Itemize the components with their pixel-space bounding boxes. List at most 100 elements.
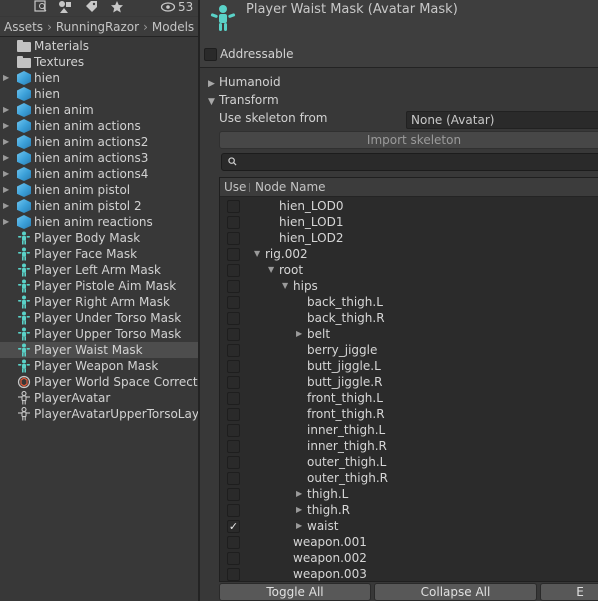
expand-arrow-icon[interactable]: ▶ <box>3 102 9 118</box>
avatar-mask-icon <box>210 5 236 31</box>
asset-item[interactable]: PlayerAvatar <box>0 390 198 406</box>
asset-item[interactable]: Player Upper Torso Mask <box>0 326 198 342</box>
avatar-mask-icon <box>17 359 31 373</box>
chevron-right-icon[interactable]: ▶ <box>296 502 302 518</box>
use-checkbox[interactable] <box>227 344 240 357</box>
expand-arrow-icon[interactable]: ▶ <box>3 134 9 150</box>
scene-search-icon[interactable] <box>34 0 48 14</box>
node-name: butt_jiggle.R <box>307 375 383 389</box>
asset-label: Player Left Arm Mask <box>34 263 161 277</box>
use-checkbox[interactable] <box>227 472 240 485</box>
asset-item[interactable]: ▶ hien anim actions2 <box>0 134 198 150</box>
asset-item[interactable]: ▶ hien <box>0 70 198 86</box>
use-checkbox[interactable] <box>227 232 240 245</box>
column-divider[interactable] <box>249 183 250 192</box>
asset-item[interactable]: Player Left Arm Mask <box>0 262 198 278</box>
use-checkbox[interactable] <box>227 552 240 565</box>
node-row: back_thigh.R <box>220 310 598 326</box>
node-name: front_thigh.R <box>307 407 385 421</box>
asset-item[interactable]: Player Right Arm Mask <box>0 294 198 310</box>
use-checkbox[interactable] <box>227 440 240 453</box>
humanoid-foldout[interactable]: ▶ Humanoid <box>208 73 281 91</box>
asset-item[interactable]: Player Under Torso Mask <box>0 310 198 326</box>
expand-all-button[interactable]: E <box>540 583 598 601</box>
node-name: inner_thigh.R <box>307 439 387 453</box>
asset-item[interactable]: Player Face Mask <box>0 246 198 262</box>
use-checkbox[interactable] <box>227 424 240 437</box>
asset-item[interactable]: Player Weapon Mask <box>0 358 198 374</box>
asset-item[interactable]: PlayerAvatarUpperTorsoLayer <box>0 406 198 422</box>
expand-arrow-icon[interactable]: ▶ <box>3 214 9 230</box>
collapse-all-button[interactable]: Collapse All <box>374 583 537 601</box>
use-checkbox[interactable] <box>227 504 240 517</box>
asset-item[interactable]: ▶ hien anim actions4 <box>0 166 198 182</box>
asset-item[interactable]: ▶ hien anim reactions <box>0 214 198 230</box>
use-checkbox[interactable]: ✓ <box>227 520 240 533</box>
use-checkbox[interactable] <box>227 280 240 293</box>
model-icon <box>17 119 31 133</box>
type-filter-icon[interactable] <box>58 0 72 14</box>
asset-item[interactable]: Player Body Mask <box>0 230 198 246</box>
chevron-down-icon[interactable]: ▼ <box>254 246 260 262</box>
use-checkbox[interactable] <box>227 200 240 213</box>
use-checkbox[interactable] <box>227 264 240 277</box>
node-search-input[interactable] <box>221 153 598 171</box>
asset-item[interactable]: ▶ hien anim pistol 2 <box>0 198 198 214</box>
use-checkbox[interactable] <box>227 488 240 501</box>
expand-arrow-icon[interactable]: ▶ <box>3 118 9 134</box>
asset-item[interactable]: ▶ hien anim <box>0 102 198 118</box>
import-skeleton-button[interactable]: Import skeleton <box>219 131 598 149</box>
node-name: weapon.001 <box>293 535 367 549</box>
node-row: ▶ thigh.R <box>220 502 598 518</box>
use-checkbox[interactable] <box>227 360 240 373</box>
chevron-right-icon[interactable]: ▶ <box>296 518 302 534</box>
skeleton-object-field[interactable]: None (Avatar) <box>406 111 598 129</box>
toggle-all-button[interactable]: Toggle All <box>219 583 371 601</box>
use-checkbox[interactable] <box>227 408 240 421</box>
expand-arrow-icon[interactable]: ▶ <box>3 182 9 198</box>
label-filter-icon[interactable] <box>84 0 98 14</box>
asset-item[interactable]: Player Waist Mask <box>0 342 198 358</box>
asset-item[interactable]: ▶ hien anim actions <box>0 118 198 134</box>
asset-item[interactable]: Player World Space Corrector <box>0 374 198 390</box>
expand-arrow-icon[interactable]: ▶ <box>3 166 9 182</box>
use-checkbox[interactable] <box>227 456 240 469</box>
use-checkbox[interactable] <box>227 328 240 341</box>
asset-item[interactable]: hien <box>0 86 198 102</box>
asset-item[interactable]: Materials <box>0 38 198 54</box>
chevron-down-icon[interactable]: ▼ <box>268 262 274 278</box>
use-checkbox[interactable] <box>227 392 240 405</box>
favorites-star-icon[interactable] <box>110 0 124 14</box>
use-checkbox[interactable] <box>227 312 240 325</box>
use-checkbox[interactable] <box>227 296 240 309</box>
inspector-title: Player Waist Mask (Avatar Mask) <box>246 2 458 17</box>
node-name: back_thigh.L <box>307 295 383 309</box>
expand-arrow-icon[interactable]: ▶ <box>3 150 9 166</box>
breadcrumb-assets[interactable]: Assets <box>4 20 43 34</box>
use-checkbox[interactable] <box>227 248 240 261</box>
use-checkbox[interactable] <box>227 216 240 229</box>
addressable-checkbox[interactable] <box>204 48 217 61</box>
asset-item[interactable]: ▶ hien anim actions3 <box>0 150 198 166</box>
model-icon <box>17 87 31 101</box>
use-checkbox[interactable] <box>227 376 240 389</box>
breadcrumb-models[interactable]: Models <box>152 20 194 34</box>
chevron-right-icon[interactable]: ▶ <box>296 326 302 342</box>
expand-arrow-icon[interactable]: ▶ <box>3 70 9 86</box>
transform-foldout[interactable]: ▼ Transform <box>208 91 279 109</box>
visibility-eye-icon[interactable] <box>160 0 176 14</box>
node-name: outer_thigh.R <box>307 471 388 485</box>
node-name: waist <box>307 519 339 533</box>
expand-arrow-icon[interactable]: ▶ <box>3 198 9 214</box>
node-row: ▼ root <box>220 262 598 278</box>
node-name: back_thigh.R <box>307 311 385 325</box>
asset-item[interactable]: Textures <box>0 54 198 70</box>
use-checkbox[interactable] <box>227 536 240 549</box>
asset-item[interactable]: Player Pistole Aim Mask <box>0 278 198 294</box>
chevron-down-icon[interactable]: ▼ <box>282 278 288 294</box>
asset-item[interactable]: ▶ hien anim pistol <box>0 182 198 198</box>
breadcrumb-runningrazor[interactable]: RunningRazor <box>56 20 139 34</box>
chevron-right-icon[interactable]: ▶ <box>296 486 302 502</box>
asset-label: hien anim actions2 <box>34 135 149 149</box>
use-checkbox[interactable] <box>227 568 240 581</box>
